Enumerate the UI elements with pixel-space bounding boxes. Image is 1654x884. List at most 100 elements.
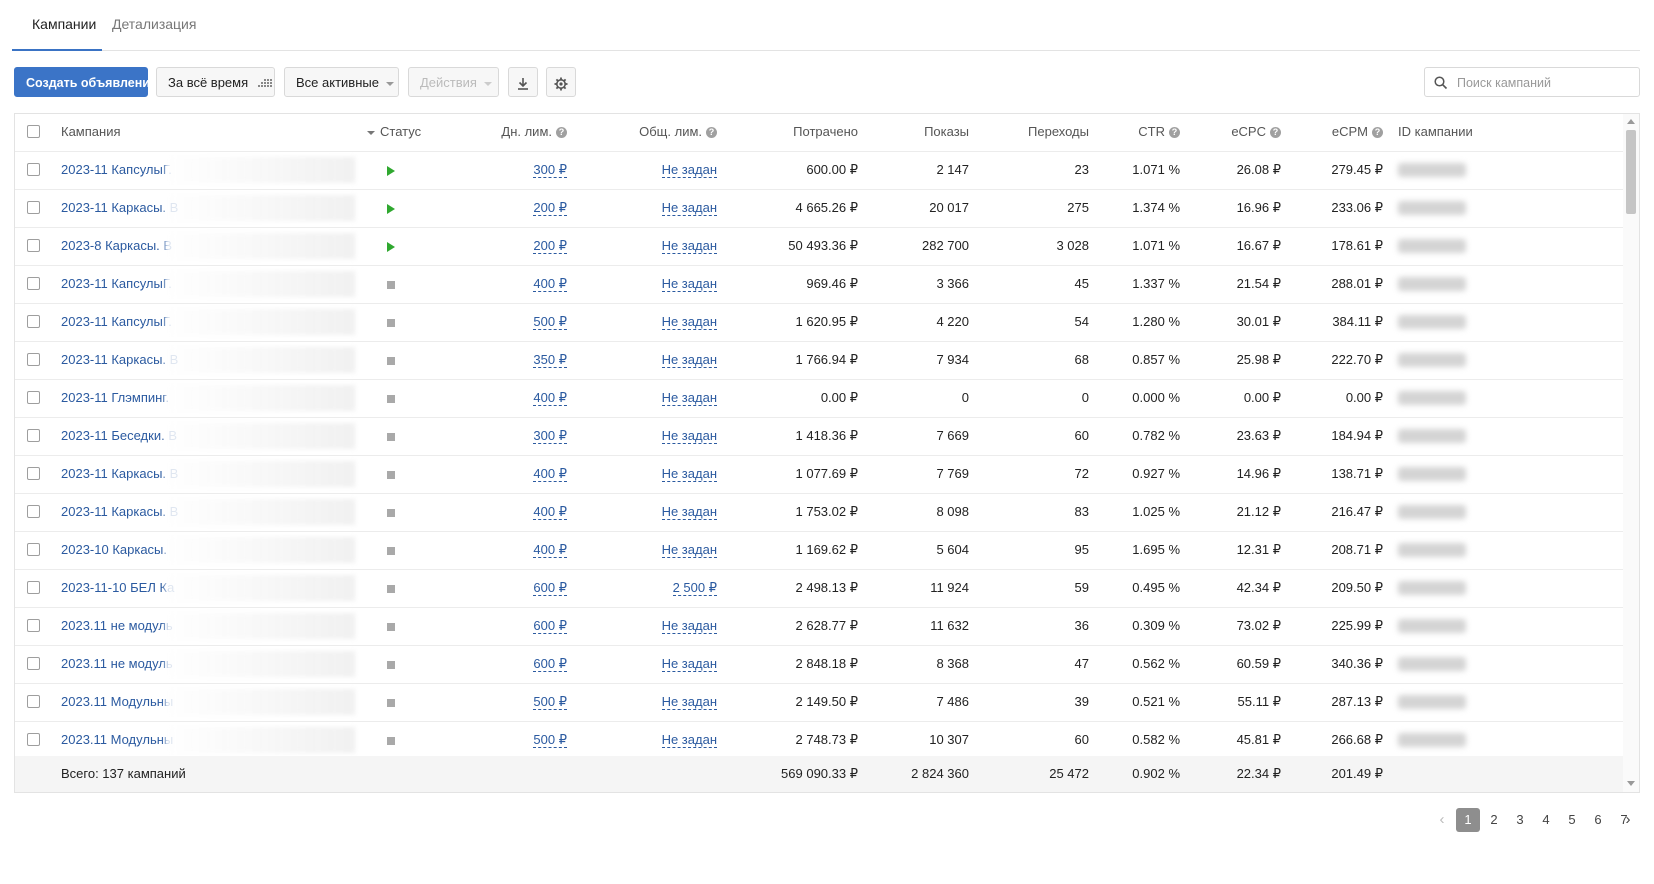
help-icon[interactable]: ? (706, 127, 717, 139)
next-page-button[interactable]: › (1616, 808, 1640, 832)
play-icon[interactable] (387, 165, 395, 176)
campaign-name-link[interactable]: 2023-11 Глэмпинг. (61, 379, 169, 417)
row-checkbox[interactable] (27, 163, 40, 176)
row-checkbox[interactable] (27, 733, 40, 746)
stop-icon[interactable] (387, 736, 395, 745)
total-limit-link[interactable]: Не задан (661, 429, 717, 444)
total-limit-link[interactable]: Не задан (661, 315, 717, 330)
vertical-scrollbar[interactable] (1623, 114, 1639, 792)
stop-icon[interactable] (387, 698, 395, 707)
row-checkbox[interactable] (27, 505, 40, 518)
column-ctr[interactable]: CTR? (1095, 114, 1180, 150)
day-limit-link[interactable]: 200 ₽ (533, 201, 567, 216)
scroll-down-icon[interactable] (1627, 781, 1635, 786)
campaign-name-link[interactable]: 2023-11 Каркасы. В (61, 341, 178, 379)
campaign-name-link[interactable]: 2023-10 Каркасы. (61, 531, 167, 569)
total-limit-link[interactable]: Не задан (661, 657, 717, 672)
stop-icon[interactable] (387, 280, 395, 289)
campaign-name-link[interactable]: 2023-11-10 БЕЛ Ка (61, 569, 174, 607)
page-button-6[interactable]: 6 (1586, 808, 1610, 832)
period-select[interactable]: За всё время (156, 67, 275, 97)
campaign-name-link[interactable]: 2023-11 КапсулыГ. (61, 265, 172, 303)
page-button-1[interactable]: 1 (1456, 808, 1480, 832)
select-all-checkbox[interactable] (27, 125, 40, 138)
day-limit-link[interactable]: 500 ₽ (533, 733, 567, 748)
row-checkbox[interactable] (27, 695, 40, 708)
row-checkbox[interactable] (27, 581, 40, 594)
day-limit-link[interactable]: 600 ₽ (533, 581, 567, 596)
download-button[interactable] (508, 67, 538, 97)
tab-details[interactable]: Детализация (112, 16, 196, 32)
campaign-name-link[interactable]: 2023-11 Беседки. В (61, 417, 177, 455)
stop-icon[interactable] (387, 546, 395, 555)
total-limit-link[interactable]: Не задан (661, 353, 717, 368)
day-limit-link[interactable]: 400 ₽ (533, 467, 567, 482)
stop-icon[interactable] (387, 318, 395, 327)
stop-icon[interactable] (387, 394, 395, 403)
column-clicks[interactable]: Переходы (975, 114, 1089, 150)
row-checkbox[interactable] (27, 543, 40, 556)
day-limit-link[interactable]: 400 ₽ (533, 505, 567, 520)
total-limit-link[interactable]: Не задан (661, 467, 717, 482)
campaign-name-link[interactable]: 2023-11 Каркасы. В (61, 189, 178, 227)
day-limit-link[interactable]: 600 ₽ (533, 657, 567, 672)
row-checkbox[interactable] (27, 657, 40, 670)
total-limit-link[interactable]: Не задан (661, 695, 717, 710)
campaign-name-link[interactable]: 2023-11 Каркасы. В (61, 455, 178, 493)
campaign-name-link[interactable]: 2023.11 не модуль (61, 607, 173, 645)
campaign-name-link[interactable]: 2023-8 Каркасы. В (61, 227, 172, 265)
page-button-5[interactable]: 5 (1560, 808, 1584, 832)
campaign-name-link[interactable]: 2023.11 не модуль (61, 645, 173, 683)
stop-icon[interactable] (387, 660, 395, 669)
scrollbar-thumb[interactable] (1626, 130, 1636, 214)
row-checkbox[interactable] (27, 315, 40, 328)
tab-campaigns[interactable]: Кампании (11, 16, 103, 51)
stop-icon[interactable] (387, 508, 395, 517)
total-limit-link[interactable]: Не задан (661, 239, 717, 254)
column-status[interactable]: Статус (367, 114, 421, 150)
settings-button[interactable] (546, 67, 576, 97)
row-checkbox[interactable] (27, 467, 40, 480)
day-limit-link[interactable]: 600 ₽ (533, 619, 567, 634)
status-filter-select[interactable]: Все активные (284, 67, 399, 97)
campaign-name-link[interactable]: 2023.11 Модульны (61, 721, 173, 759)
total-limit-link[interactable]: Не задан (661, 277, 717, 292)
stop-icon[interactable] (387, 584, 395, 593)
day-limit-link[interactable]: 350 ₽ (533, 353, 567, 368)
play-icon[interactable] (387, 241, 395, 252)
stop-icon[interactable] (387, 622, 395, 631)
column-id[interactable]: ID кампании (1398, 114, 1473, 150)
help-icon[interactable]: ? (1270, 127, 1281, 139)
column-day-limit[interactable]: Дн. лим.? (415, 114, 567, 150)
help-icon[interactable]: ? (556, 127, 567, 139)
day-limit-link[interactable]: 300 ₽ (533, 429, 567, 444)
help-icon[interactable]: ? (1169, 127, 1180, 139)
total-limit-link[interactable]: 2 500 ₽ (672, 581, 717, 596)
prev-page-button[interactable]: ‹ (1430, 808, 1454, 832)
page-button-3[interactable]: 3 (1508, 808, 1532, 832)
total-limit-link[interactable]: Не задан (661, 619, 717, 634)
total-limit-link[interactable]: Не задан (661, 505, 717, 520)
stop-icon[interactable] (387, 470, 395, 479)
row-checkbox[interactable] (27, 277, 40, 290)
total-limit-link[interactable]: Не задан (661, 201, 717, 216)
actions-menu[interactable]: Действия (408, 67, 499, 97)
total-limit-link[interactable]: Не задан (661, 163, 717, 178)
row-checkbox[interactable] (27, 391, 40, 404)
row-checkbox[interactable] (27, 239, 40, 252)
column-campaign[interactable]: Кампания (61, 114, 121, 150)
page-button-4[interactable]: 4 (1534, 808, 1558, 832)
day-limit-link[interactable]: 500 ₽ (533, 695, 567, 710)
campaign-name-link[interactable]: 2023-11 КапсулыГ. (61, 303, 172, 341)
search-input[interactable] (1455, 68, 1639, 98)
column-total-limit[interactable]: Общ. лим.? (575, 114, 717, 150)
day-limit-link[interactable]: 200 ₽ (533, 239, 567, 254)
day-limit-link[interactable]: 400 ₽ (533, 391, 567, 406)
row-checkbox[interactable] (27, 353, 40, 366)
total-limit-link[interactable]: Не задан (661, 543, 717, 558)
total-limit-link[interactable]: Не задан (661, 391, 717, 406)
create-ad-button[interactable]: Создать объявление (14, 67, 157, 97)
stop-icon[interactable] (387, 432, 395, 441)
day-limit-link[interactable]: 300 ₽ (533, 163, 567, 178)
day-limit-link[interactable]: 400 ₽ (533, 277, 567, 292)
